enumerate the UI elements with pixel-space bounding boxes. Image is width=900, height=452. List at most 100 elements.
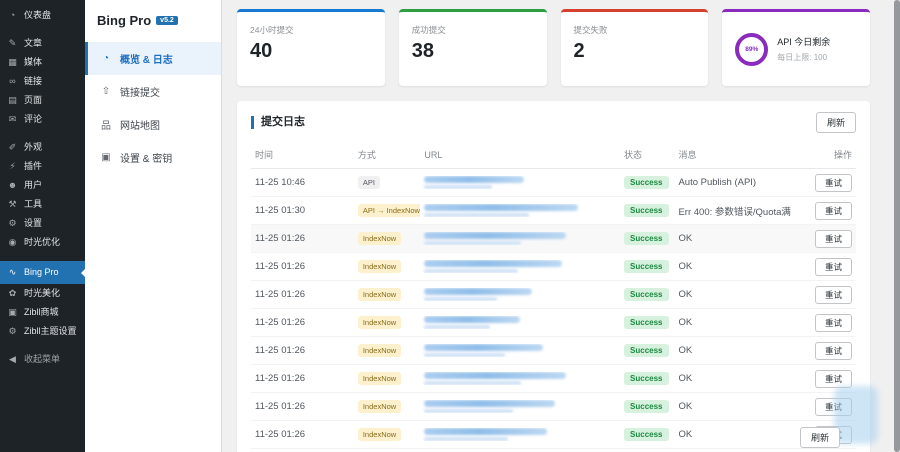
stat-value: 2 <box>573 40 585 62</box>
url-blur-bar-secondary <box>424 325 490 329</box>
sidebar-item-shiguang-beautify[interactable]: ✿ 时光美化 <box>0 284 85 303</box>
scrollbar-thumb[interactable] <box>894 0 900 452</box>
table-row: 11-25 01:30 API → IndexNow Success Err 4… <box>251 197 856 225</box>
sidebar-item-links[interactable]: ∞ 链接 <box>0 72 85 91</box>
sidebar-item-label: 工具 <box>24 199 43 209</box>
retry-button[interactable]: 重试 <box>814 257 852 276</box>
url-blur-bar-secondary <box>424 353 506 357</box>
retry-button[interactable]: 重试 <box>814 173 852 192</box>
url-blur-bar <box>424 232 567 239</box>
url-link-blurred[interactable] <box>424 400 555 413</box>
retry-button[interactable]: 重试 <box>814 397 852 416</box>
sidebar-item-label: 用户 <box>24 180 43 190</box>
url-link-blurred[interactable] <box>424 176 525 189</box>
sidebar-item-bing-pro[interactable]: ∿ Bing Pro <box>0 261 85 284</box>
method-badge: IndexNow <box>357 400 402 413</box>
stat-card-api-quota: 89% API 今日剩余 每日上限: 100 <box>722 9 870 86</box>
url-link-blurred[interactable] <box>424 344 544 357</box>
sidebar-item-label: 设置 <box>24 218 43 228</box>
method-badge: API <box>357 176 380 189</box>
tools-icon: ⚒ <box>8 199 17 209</box>
refresh-button-bottom[interactable]: 刷新 <box>799 427 840 448</box>
url-link-blurred[interactable] <box>424 428 548 441</box>
sidebar-item-pages[interactable]: ▤ 页面 <box>0 91 85 110</box>
method-badge: IndexNow <box>357 428 402 441</box>
status-badge: Success <box>624 428 669 441</box>
brush-icon: ✐ <box>8 142 17 152</box>
status-badge: Success <box>624 344 669 357</box>
nav-item-overview-logs[interactable]: ◔ 概览 & 日志 <box>85 42 221 75</box>
stat-card-failed-submissions: 提交失败 2 <box>560 9 709 86</box>
dashboard-icon: ◔ <box>9 10 16 20</box>
method-badge: IndexNow <box>357 316 402 329</box>
refresh-button[interactable]: 刷新 <box>815 112 856 133</box>
sidebar-item-media[interactable]: ▦ 媒体 <box>0 53 85 72</box>
sidebar-item-tools[interactable]: ⚒ 工具 <box>0 195 85 214</box>
sidebar-item-shiguang-optimize[interactable]: ◉ 时光优化 <box>0 233 85 252</box>
url-blur-bar-secondary <box>424 213 529 217</box>
url-blur-bar-secondary <box>424 185 493 189</box>
wp-admin-sidebar: ◔ 仪表盘 ✎ 文章 ▦ 媒体 ∞ 链接 ▤ 页面 ✉ 评论 ✐ 外观 ⚡ 插件… <box>0 0 85 452</box>
sidebar-item-dashboard[interactable]: ◔ 仪表盘 <box>0 6 85 25</box>
url-link-blurred[interactable] <box>424 260 563 273</box>
status-badge: Success <box>624 288 669 301</box>
sidebar-item-settings[interactable]: ⚙ 设置 <box>0 214 85 233</box>
sidebar-item-posts[interactable]: ✎ 文章 <box>0 34 85 53</box>
sidebar-item-label: 插件 <box>24 161 43 171</box>
retry-button[interactable]: 重试 <box>814 201 852 220</box>
gauge-icon: ◔ <box>102 53 110 64</box>
table-row: 11-25 01:26 IndexNow <box>251 337 856 365</box>
cart-icon: ▣ <box>8 307 17 317</box>
plugin-title: Bing Pro <box>97 13 152 28</box>
url-blur-bar <box>424 176 525 183</box>
sidebar-item-zibll-theme-settings[interactable]: ⚙ Zibll主题设置 <box>0 322 85 341</box>
url-link-blurred[interactable] <box>424 204 578 217</box>
nav-item-sitemap[interactable]: 品 网站地图 <box>85 108 221 141</box>
url-link-blurred[interactable] <box>424 232 567 245</box>
link-icon: ∞ <box>9 76 16 86</box>
log-message: Auto Publish (API) <box>678 177 757 188</box>
retry-button[interactable]: 重试 <box>814 369 852 388</box>
url-blur-bar-secondary <box>424 297 498 301</box>
plugin-nav-label: 概览 & 日志 <box>120 55 173 66</box>
retry-button[interactable]: 重试 <box>814 229 852 248</box>
url-link-blurred[interactable] <box>424 372 567 385</box>
pushpin-icon: ✎ <box>8 38 17 48</box>
plugin-nav-label: 链接提交 <box>120 88 160 99</box>
sidebar-item-label: 评论 <box>24 114 43 124</box>
table-row: 11-25 01:26 IndexNow <box>251 281 856 309</box>
speed-icon: ◉ <box>8 237 17 247</box>
sidebar-item-zibll-shop[interactable]: ▣ Zibll商城 <box>0 303 85 322</box>
plugin-nav: ◔ 概览 & 日志 ⇧ 链接提交 品 网站地图 ▣ 设置 & 密钥 <box>85 42 221 174</box>
nav-item-link-submit[interactable]: ⇧ 链接提交 <box>85 75 221 108</box>
sidebar-item-plugins[interactable]: ⚡ 插件 <box>0 157 85 176</box>
column-header-message: 消息 <box>678 150 697 160</box>
sidebar-item-users[interactable]: ☻ 用户 <box>0 176 85 195</box>
url-link-blurred[interactable] <box>424 316 521 329</box>
log-message: OK <box>678 401 693 412</box>
url-blur-bar-secondary <box>424 409 513 413</box>
sidebar-item-collapse[interactable]: ◀ 收起菜单 <box>0 350 85 369</box>
collapse-arrow-icon: ◀ <box>9 354 16 364</box>
sidebar-item-comments[interactable]: ✉ 评论 <box>0 110 85 129</box>
sidebar-item-appearance[interactable]: ✐ 外观 <box>0 138 85 157</box>
stat-value: 40 <box>250 40 273 62</box>
log-time: 11-25 01:26 <box>255 233 306 244</box>
retry-button[interactable]: 重试 <box>814 285 852 304</box>
table-header-row: 时间 方式 URL 状态 消息 操作 <box>251 142 856 169</box>
stat-label: 提交失败 <box>573 25 608 35</box>
retry-button[interactable]: 重试 <box>814 313 852 332</box>
quota-percent: 89% <box>745 45 759 53</box>
sitemap-icon: 品 <box>101 121 111 132</box>
url-link-blurred[interactable] <box>424 288 532 301</box>
method-badge: IndexNow <box>357 288 402 301</box>
url-blur-bar-secondary <box>424 269 519 273</box>
retry-button[interactable]: 重试 <box>814 341 852 360</box>
nav-item-settings-keys[interactable]: ▣ 设置 & 密钥 <box>85 141 221 174</box>
log-header: 提交日志 刷新 <box>251 112 856 133</box>
log-message: Err 400: 参数错误/Quota满 <box>678 206 791 218</box>
app-window: ◔ 仪表盘 ✎ 文章 ▦ 媒体 ∞ 链接 ▤ 页面 ✉ 评论 ✐ 外观 ⚡ 插件… <box>0 0 900 452</box>
status-badge: Success <box>624 260 669 273</box>
sidebar-item-label: 媒体 <box>24 57 43 67</box>
vertical-scrollbar[interactable] <box>894 0 900 452</box>
